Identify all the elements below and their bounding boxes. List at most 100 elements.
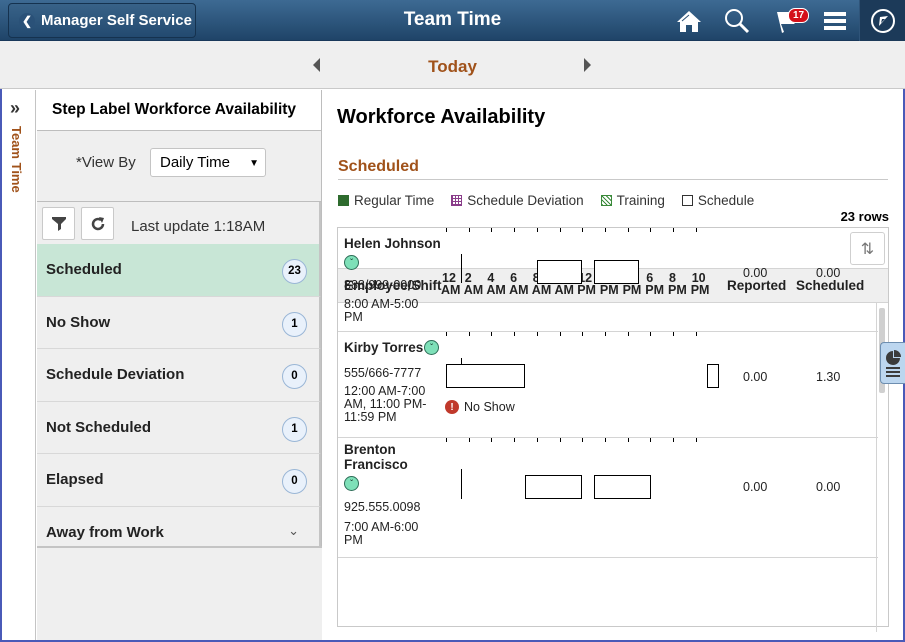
legend-item-training: Training: [600, 193, 665, 208]
left-filter-panel: Step Label Workforce Availability *View …: [37, 90, 322, 640]
employee-name[interactable]: Helen Johnson: [344, 236, 454, 251]
search-icon[interactable]: [722, 6, 752, 36]
filter-item-not-scheduled[interactable]: Not Scheduled 1: [37, 401, 321, 454]
refresh-button[interactable]: [81, 207, 114, 240]
filter-count-badge: 1: [282, 311, 307, 337]
scheduled-hours: 0.00: [816, 266, 841, 280]
team-time-side-tab[interactable]: » Team Time: [2, 90, 36, 640]
dropdown-caret-icon: ▼: [249, 158, 259, 169]
filter-label: Scheduled: [46, 261, 122, 278]
hour-tick: [673, 438, 674, 442]
chevron-down-icon[interactable]: ⌄: [288, 523, 299, 539]
filter-label: No Show: [46, 313, 111, 331]
main-content: Workforce Availability Scheduled Regular…: [322, 90, 903, 640]
reported-hours: 0.00: [743, 370, 768, 384]
schedule-block[interactable]: [594, 475, 651, 499]
hour-tick: [696, 438, 697, 442]
schedule-block[interactable]: [537, 260, 582, 284]
date-label: Today: [428, 57, 477, 76]
hour-tick: [696, 228, 697, 232]
date-navigation-bar: Today: [0, 41, 905, 89]
employee-name[interactable]: Brenton Francisco: [344, 442, 414, 472]
hour-tick: [469, 228, 470, 232]
current-time-line: [461, 469, 462, 499]
expand-details-icon[interactable]: ˇ: [424, 340, 439, 355]
filter-button[interactable]: [42, 207, 75, 240]
expand-chevron-icon[interactable]: »: [10, 98, 20, 119]
filter-item-elapsed[interactable]: Elapsed 0: [37, 454, 321, 507]
hour-tick: [537, 228, 538, 232]
hour-tick: [605, 438, 606, 442]
expand-details-icon[interactable]: ˇ: [344, 255, 359, 270]
hour-tick: [537, 332, 538, 336]
hour-tick: [514, 438, 515, 442]
schedule-block[interactable]: [525, 475, 582, 499]
hour-tick: [491, 228, 492, 232]
employee-phone: 925.555.0098: [344, 500, 421, 514]
filter-item-no-show[interactable]: No Show 1: [37, 296, 321, 349]
filter-item-scheduled[interactable]: Scheduled 23: [37, 244, 321, 297]
side-tab-label: Team Time: [9, 126, 24, 193]
home-icon[interactable]: [674, 6, 704, 36]
hour-tick: [650, 438, 651, 442]
notification-count-badge: 17: [788, 8, 810, 23]
next-day-button[interactable]: [584, 58, 596, 72]
hour-tick: [491, 332, 492, 336]
schedule-block[interactable]: [446, 364, 525, 388]
legend-label: Regular Time: [354, 193, 435, 208]
hour-tick: [469, 438, 470, 442]
rows-count: 23 rows: [840, 209, 889, 224]
hour-tick: [696, 332, 697, 336]
expand-details-icon[interactable]: ˇ: [344, 476, 359, 491]
hour-tick: [673, 332, 674, 336]
filter-label: Not Scheduled: [46, 418, 152, 436]
employee-shift: 7:00 AM-6:00 PM: [344, 520, 419, 547]
hour-tick: [628, 438, 629, 442]
view-by-select[interactable]: Daily Time ▼: [150, 148, 266, 177]
no-show-status: ! No Show: [445, 400, 515, 414]
panel-empty-area: [37, 546, 322, 640]
hour-tick: [446, 438, 447, 442]
navbar-compass-icon[interactable]: [859, 0, 905, 41]
alert-icon: !: [445, 400, 459, 414]
filter-item-schedule-deviation[interactable]: Schedule Deviation 0: [37, 349, 321, 402]
legend: Regular Time Schedule Deviation Training…: [338, 193, 771, 208]
filter-count-badge: 23: [282, 259, 307, 284]
hour-tick: [673, 228, 674, 232]
schedule-block[interactable]: [707, 364, 719, 388]
pie-chart-list-icon: [886, 350, 901, 377]
schedule-block[interactable]: [594, 260, 639, 284]
chevron-left-icon: ❮: [19, 12, 35, 29]
hour-tick: [628, 228, 629, 232]
reported-hours: 0.00: [743, 266, 768, 280]
view-by-row: *View By Daily Time ▼: [37, 131, 321, 202]
view-by-value: Daily Time: [160, 154, 231, 171]
legend-label: Training: [616, 193, 665, 208]
employee-shift: 8:00 AM-5:00 PM: [344, 297, 419, 324]
last-update-text: Last update 1:18AM: [131, 218, 266, 235]
section-title: Scheduled: [338, 158, 419, 175]
filter-label: Schedule Deviation: [46, 366, 185, 383]
employee-shift: 12:00 AM-7:00 AM, 11:00 PM-11:59 PM: [344, 384, 427, 424]
hour-tick: [650, 228, 651, 232]
filter-count-badge: 0: [282, 364, 307, 389]
notifications-flag-icon[interactable]: 17: [772, 6, 810, 36]
scheduled-hours: 0.00: [816, 480, 841, 494]
refresh-icon: [91, 216, 104, 230]
filter-label: Away from Work: [46, 523, 164, 541]
related-content-toggle[interactable]: [880, 342, 905, 384]
back-button[interactable]: ❮ Manager Self Service: [8, 3, 196, 38]
hour-tick: [560, 332, 561, 336]
menu-icon[interactable]: [820, 6, 850, 36]
hour-tick: [469, 332, 470, 336]
hour-tick: [560, 228, 561, 232]
top-header: ❮ Manager Self Service Team Time 17: [0, 0, 905, 41]
hour-tick: [537, 438, 538, 442]
hour-tick: [628, 332, 629, 336]
section-divider: [338, 179, 888, 180]
legend-item-regular-time: Regular Time: [338, 193, 434, 208]
hour-tick: [650, 332, 651, 336]
legend-swatch-training: [600, 195, 612, 206]
availability-grid: ⇅ Employee/Shift Reported Scheduled 12 AM…: [337, 227, 889, 627]
filter-toolbar: Last update 1:18AM: [37, 202, 321, 244]
